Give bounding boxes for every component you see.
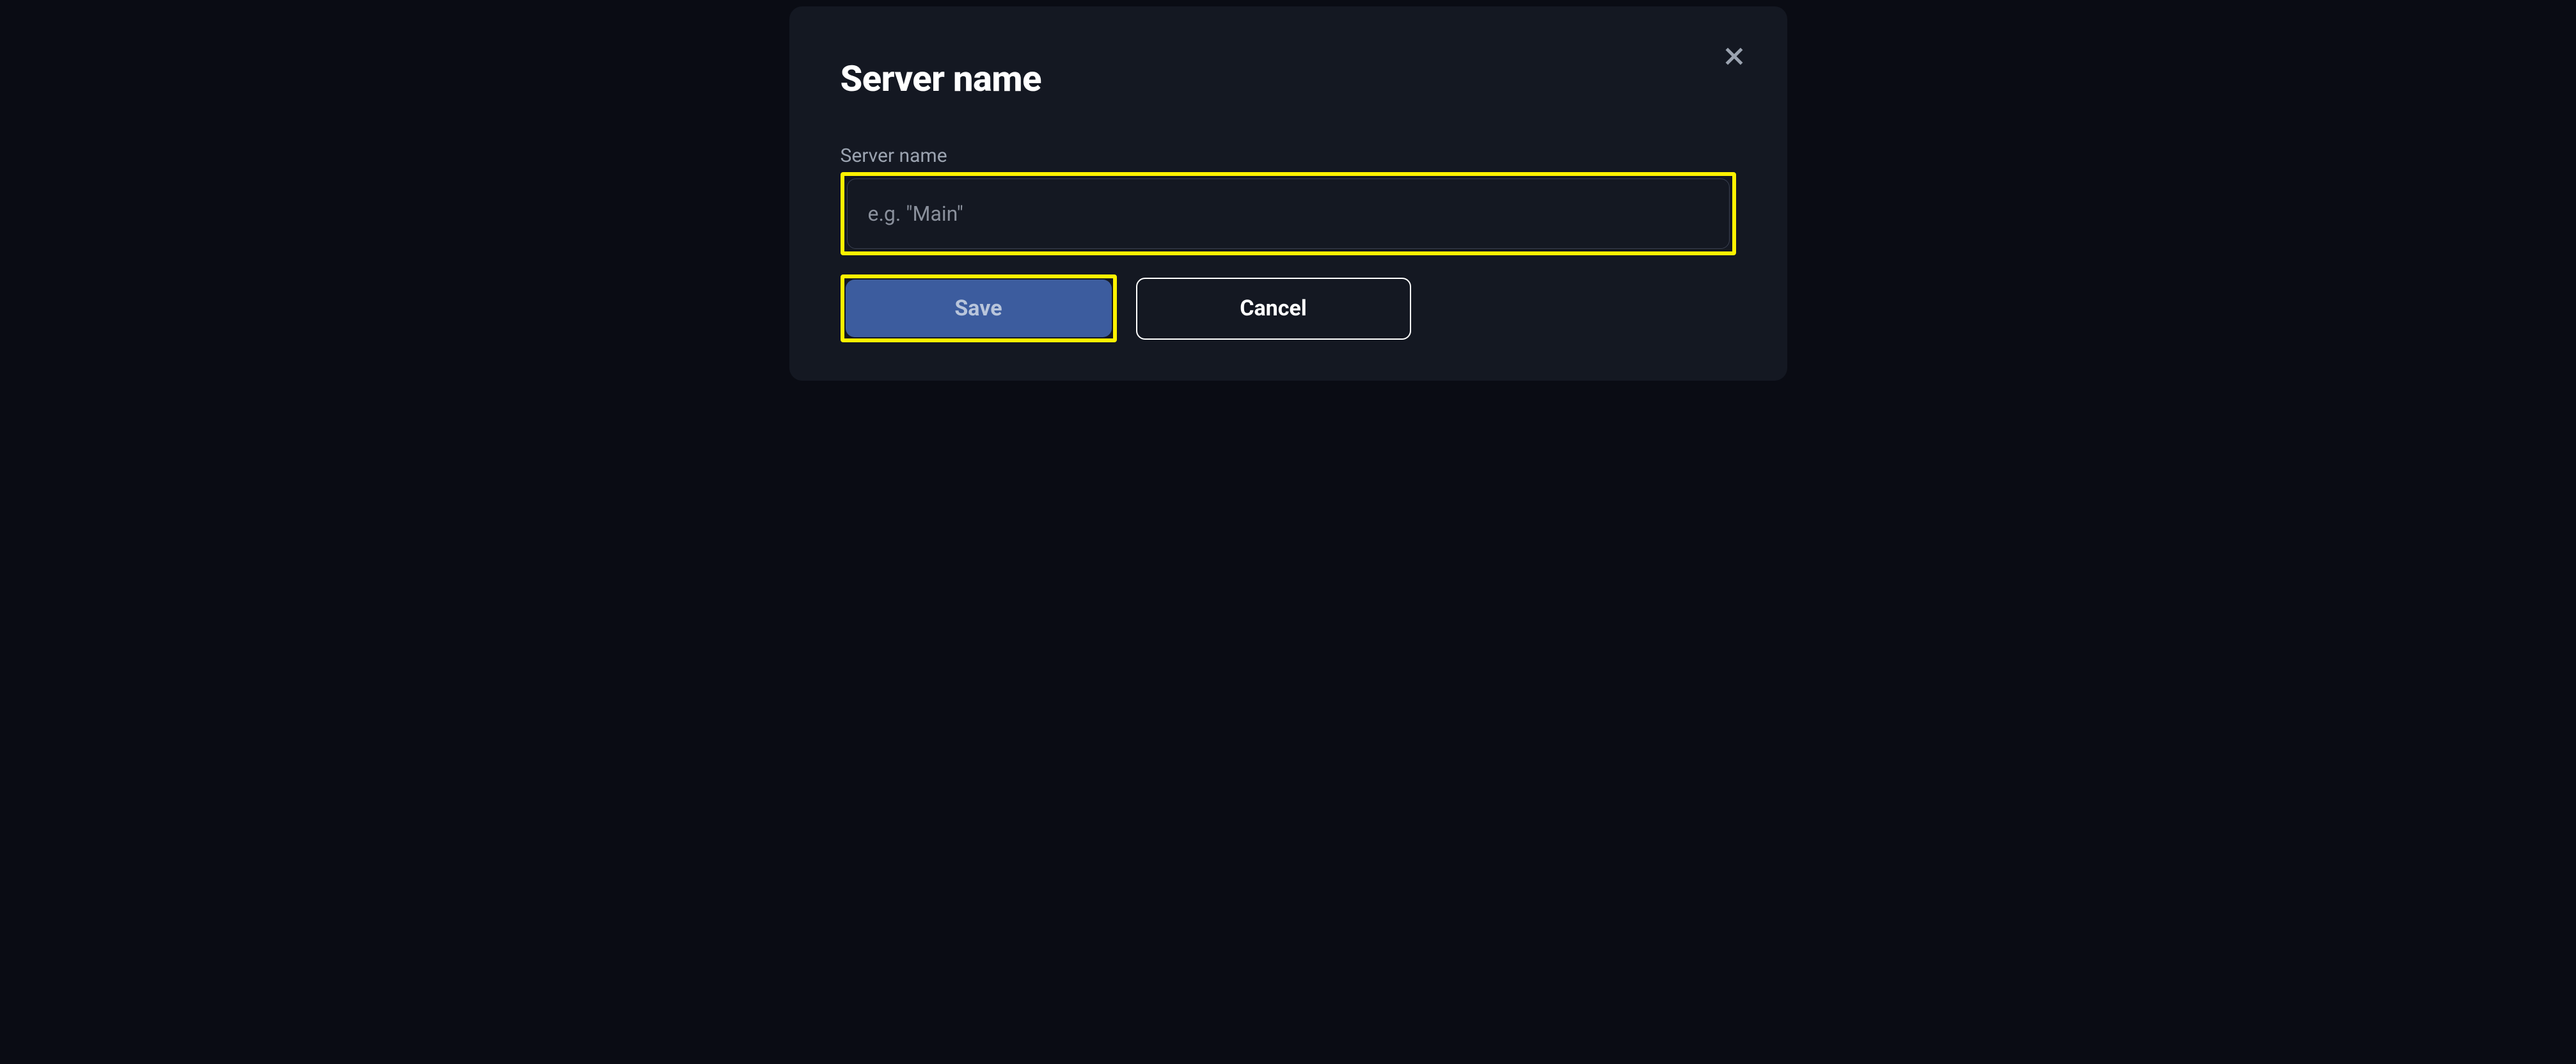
- save-button[interactable]: Save: [846, 280, 1112, 337]
- save-button-highlight-wrapper: Save: [841, 274, 1117, 342]
- server-name-input[interactable]: [847, 179, 1730, 249]
- server-name-modal: Server name Server name Save Cancel: [789, 6, 1787, 381]
- modal-title: Server name: [841, 58, 1736, 100]
- close-icon: [1721, 44, 1747, 69]
- close-button[interactable]: [1716, 38, 1752, 74]
- server-name-label: Server name: [841, 145, 1736, 167]
- button-row: Save Cancel: [841, 274, 1736, 342]
- cancel-button[interactable]: Cancel: [1136, 278, 1411, 340]
- input-highlight-wrapper: [841, 172, 1736, 255]
